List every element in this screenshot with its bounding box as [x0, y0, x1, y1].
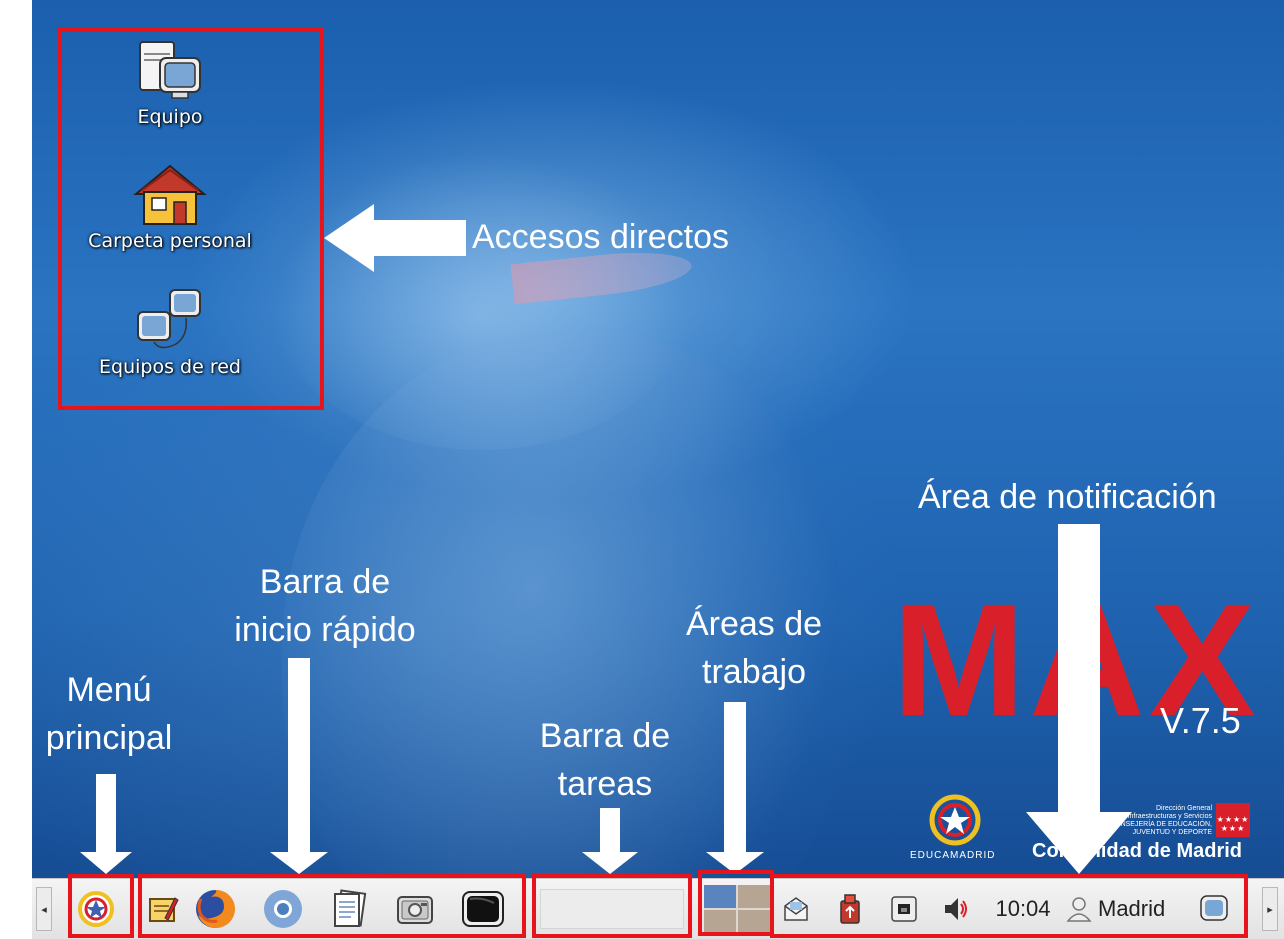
taskbar-scroll-right-button[interactable]: ▸	[1262, 887, 1278, 931]
label-barra-inicio: Barra de inicio rápido	[234, 563, 416, 649]
label-area-notificacion: Área de notificación	[918, 478, 1217, 516]
label-barra-tareas: Barra de tareas	[539, 717, 671, 803]
taskbar-scroll-left-button[interactable]: ◂	[36, 887, 52, 931]
label-menu-principal: Menú principal	[45, 671, 173, 757]
highlight-areas-trabajo	[698, 870, 774, 936]
arrow-notificacion	[1026, 524, 1132, 874]
arrow-areas	[706, 702, 764, 874]
highlight-barra-inicio	[138, 874, 526, 938]
label-accesos-directos: Accesos directos	[472, 218, 729, 256]
arrow-tareas	[582, 808, 638, 874]
highlight-accesos-directos	[58, 28, 324, 410]
highlight-menu-principal	[68, 874, 134, 938]
arrow-menu	[80, 774, 132, 874]
highlight-barra-tareas	[532, 874, 692, 938]
arrow-inicio	[270, 658, 328, 874]
label-areas-trabajo: Áreas de trabajo	[685, 605, 823, 691]
arrow-accesos	[324, 204, 466, 272]
highlight-area-notificacion	[770, 874, 1248, 938]
